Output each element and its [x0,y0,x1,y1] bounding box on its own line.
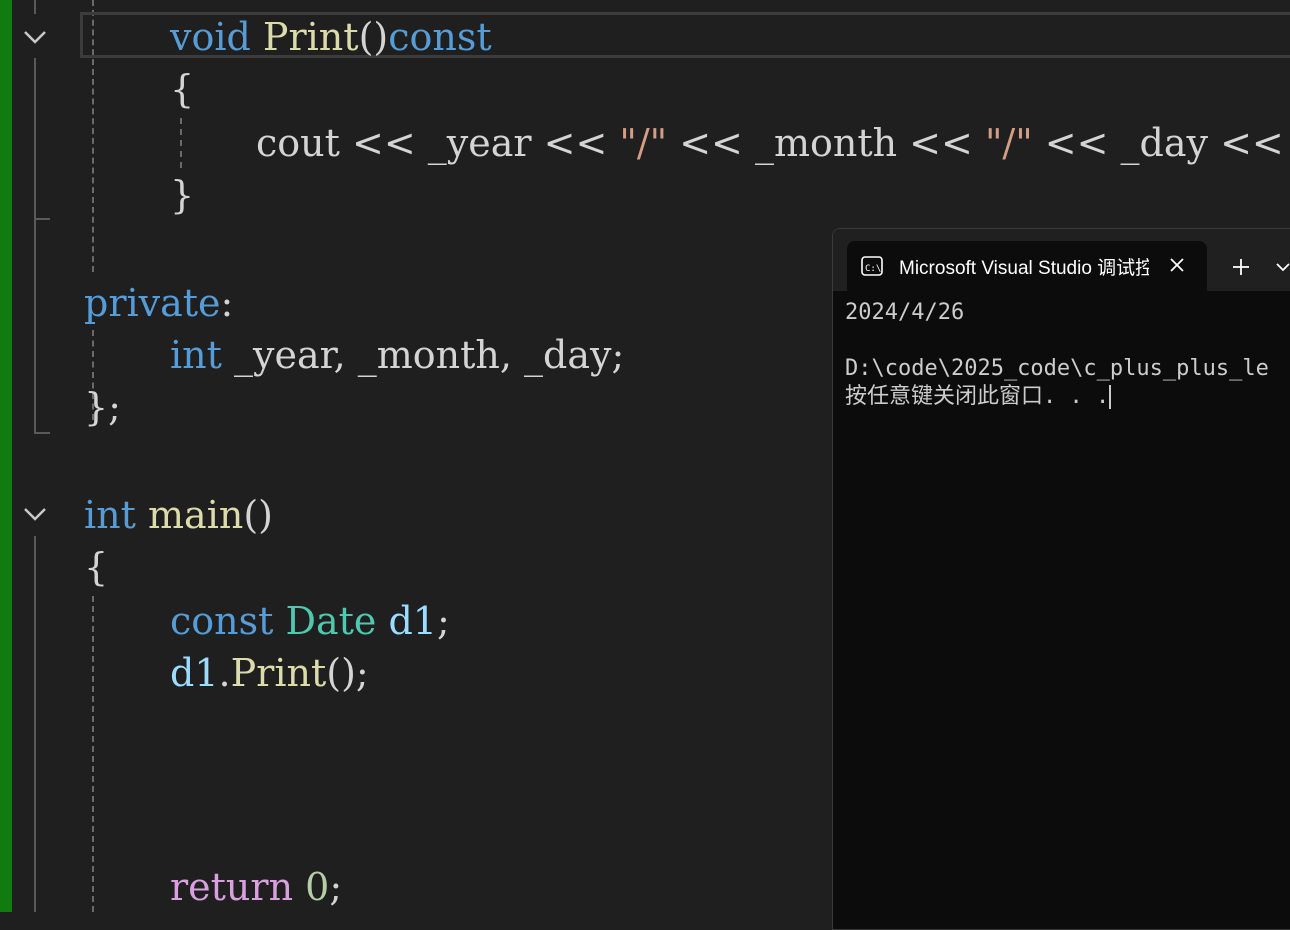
code-token: const [388,15,492,59]
code-token: _year, _month, _day; [221,333,625,377]
outline-line [34,0,36,14]
code-token: 0 [305,865,330,909]
close-icon[interactable] [1165,253,1189,277]
code-line[interactable]: int main() [84,492,273,538]
code-token: d1 [388,599,437,643]
code-line[interactable]: private: [84,280,233,326]
code-token: private [84,281,221,325]
code-token: : [220,281,234,325]
code-line[interactable]: } [170,172,194,218]
code-token: ; [329,865,343,909]
code-token: << _day << [1032,121,1284,165]
console-line: 2024/4/26 [845,300,965,325]
svg-text:C:\: C:\ [865,264,881,274]
chevron-down-icon[interactable] [22,501,48,527]
code-line[interactable]: int _year, _month, _day; [170,332,624,378]
outline-line [34,220,36,434]
chevron-down-icon[interactable] [22,24,48,50]
code-token: return [170,865,294,909]
code-token: () [243,493,273,537]
code-line[interactable]: return 0; [170,864,342,910]
change-tracking-bar [0,0,12,912]
code-line[interactable]: cout << _year << "/" << _month << "/" <<… [256,120,1284,166]
code-token: { [170,67,195,111]
code-token: }; [84,385,121,429]
code-token: d1 [170,651,219,695]
code-token: int [84,493,136,537]
terminal-icon: C:\ [861,256,883,276]
outline-end [34,432,50,434]
code-line[interactable]: { [170,66,194,112]
code-token: const [170,599,274,643]
code-token: "/" [619,121,668,165]
indent-guide [92,596,94,912]
code-token: . [218,651,231,695]
code-line[interactable]: { [84,544,108,590]
console-tab-title: Microsoft Visual Studio 调试控制台 [899,258,1149,279]
outline-end [34,218,50,220]
code-token: } [170,173,195,217]
code-token: () [358,15,389,59]
code-token: Print [262,15,359,59]
text-cursor [1109,385,1112,409]
code-token: ; [437,599,450,643]
code-token: Print [230,651,327,695]
code-token: << _month << [667,121,985,165]
code-token: main [148,493,244,537]
console-line: D:\code\2025_code\c_plus_plus_le [845,356,1269,381]
code-token: { [84,545,109,589]
console-line: 按任意键关闭此窗口. . . [845,383,1269,411]
code-token: "/" [984,121,1033,165]
code-token: cout << _year << [256,121,620,165]
code-line[interactable]: }; [84,384,121,430]
outline-line [34,58,36,220]
code-token: int [170,333,222,377]
plus-icon[interactable] [1227,253,1255,281]
console-tab[interactable]: C:\ Microsoft Visual Studio 调试控制台 [847,241,1207,291]
code-token: void [170,15,251,59]
code-line[interactable]: const Date d1; [170,598,450,644]
chevron-down-icon[interactable] [1271,253,1290,281]
indent-guide [180,118,182,168]
code-token: Date [285,599,377,643]
code-line[interactable]: d1.Print(); [170,650,369,696]
code-token: (); [326,651,369,695]
console-titlebar[interactable]: C:\ Microsoft Visual Studio 调试控制台 [833,229,1290,291]
outline-line [34,536,36,912]
code-line[interactable]: void Print()const [170,14,492,60]
debug-console-window[interactable]: C:\ Microsoft Visual Studio 调试控制台 2024/4… [832,228,1290,930]
console-output[interactable]: 2024/4/26 D:\code\2025_code\c_plus_plus_… [845,299,1269,411]
console-line-text: 按任意键关闭此窗口. . . [845,384,1110,409]
